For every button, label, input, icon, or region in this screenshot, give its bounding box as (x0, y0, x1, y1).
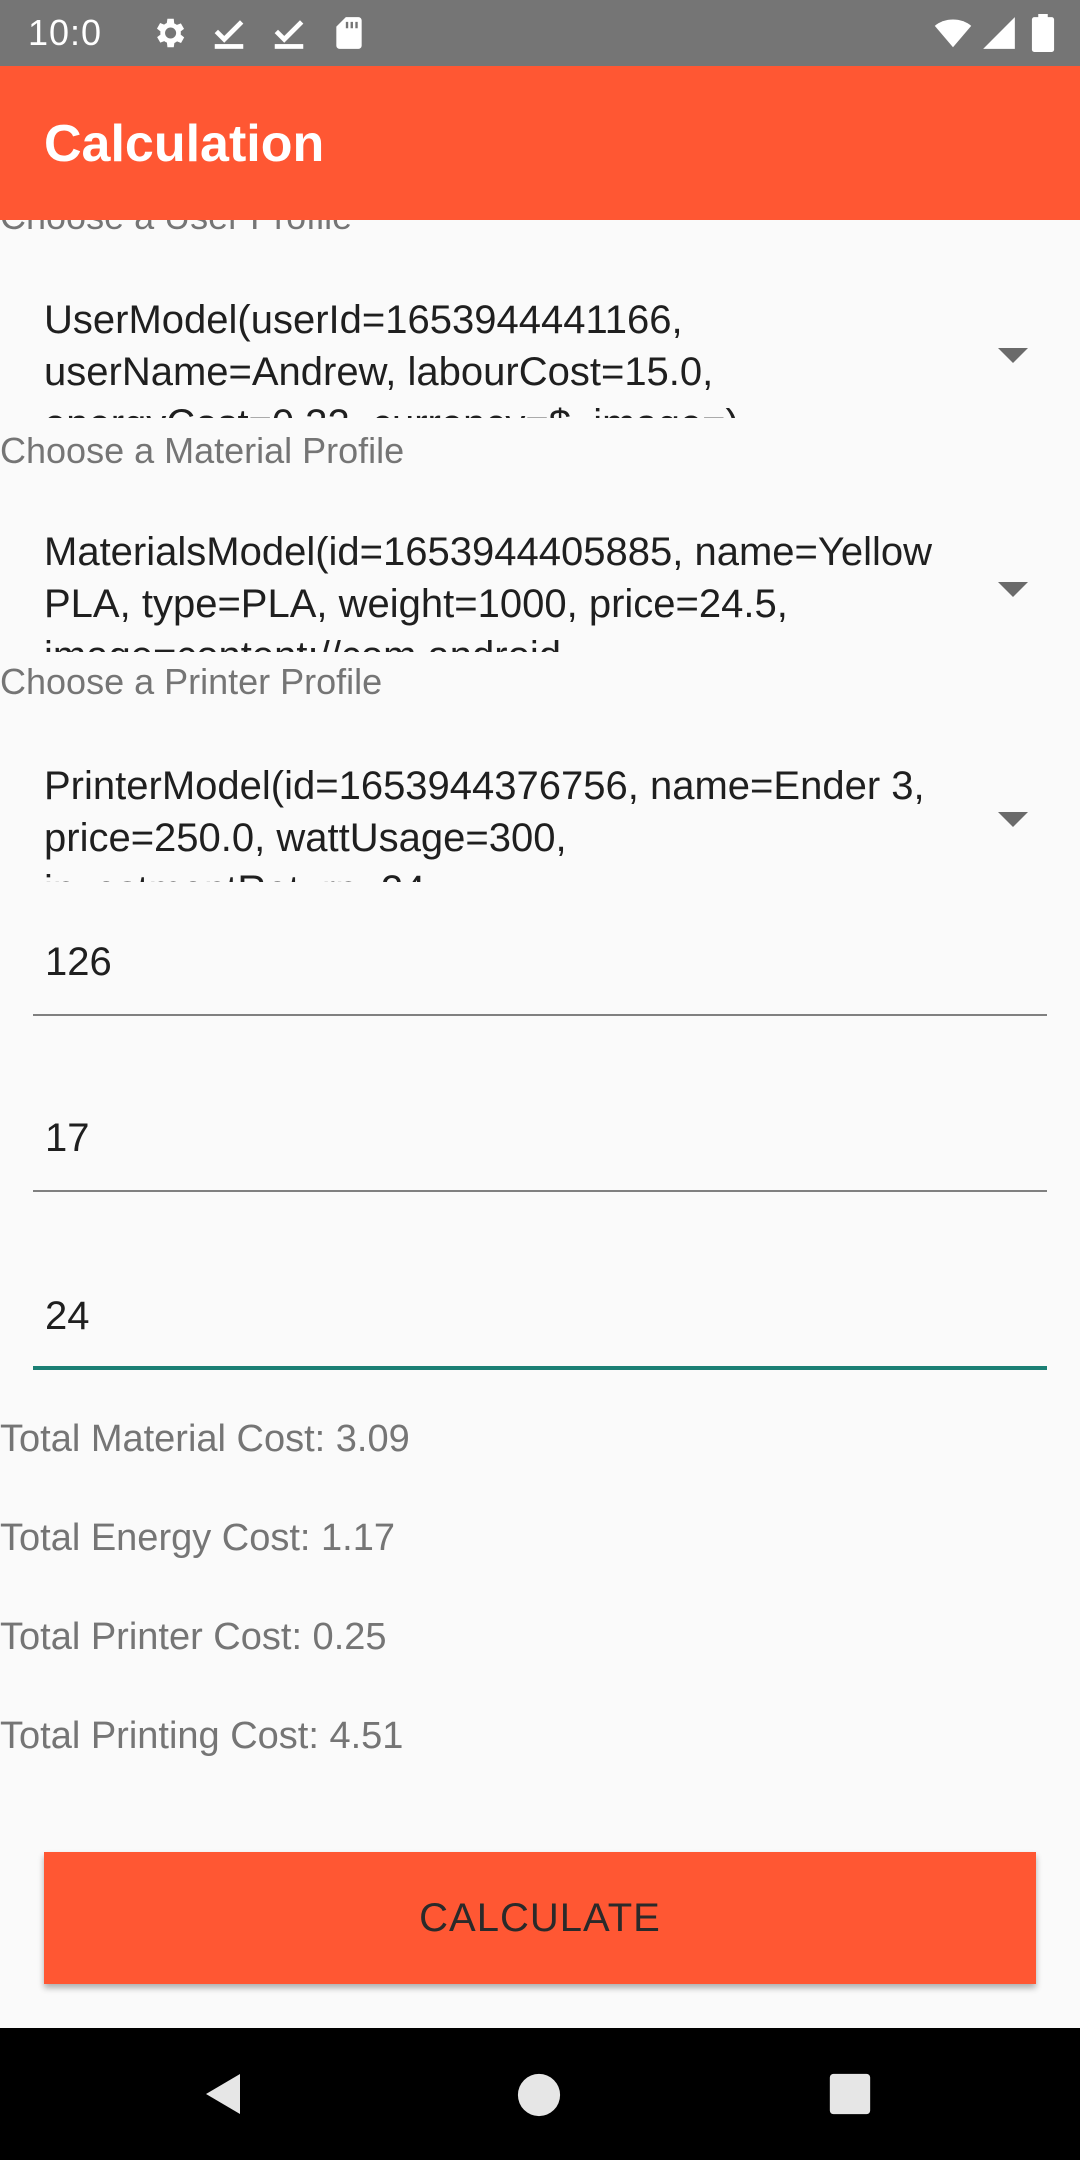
printer-profile-spinner[interactable]: PrinterModel(id=1653944376756, name=Ende… (0, 700, 1080, 882)
status-bar: 10:0 (0, 0, 1080, 66)
printer-profile-label: Choose a Printer Profile (0, 661, 383, 702)
user-profile-spinner[interactable]: UserModel(userId=1653944441166, userName… (0, 220, 1080, 418)
calculate-button[interactable]: CALCULATE (44, 1852, 1036, 1984)
back-icon[interactable] (200, 2070, 248, 2118)
minutes-value: 24 (45, 1294, 90, 1338)
chevron-down-icon[interactable] (998, 812, 1028, 827)
battery-icon (1031, 14, 1055, 52)
chevron-down-icon[interactable] (998, 582, 1028, 597)
total-material-cost: Total Material Cost: 3.09 (0, 1418, 410, 1460)
recents-icon[interactable] (828, 2072, 872, 2116)
input-underline (33, 1014, 1047, 1016)
total-printer-cost: Total Printer Cost: 0.25 (0, 1616, 387, 1658)
settings-icon (156, 18, 185, 48)
printer-profile-selected: PrinterModel(id=1653944376756, name=Ende… (44, 764, 925, 882)
check-download-icon (214, 20, 244, 49)
page-title: Calculation (44, 115, 325, 173)
weight-value: 126 (45, 940, 112, 984)
total-printing-cost: Total Printing Cost: 4.51 (0, 1715, 404, 1757)
input-underline (33, 1366, 1047, 1370)
input-underline (33, 1190, 1047, 1192)
total-energy-cost: Total Energy Cost: 1.17 (0, 1517, 395, 1559)
minutes-input[interactable]: 24 (33, 1290, 1047, 1370)
hours-input[interactable]: 17 (33, 1112, 1047, 1192)
material-profile-spinner[interactable]: MaterialsModel(id=1653944405885, name=Ye… (0, 470, 1080, 652)
signal-icon (983, 17, 1015, 49)
weight-input[interactable]: 126 (33, 936, 1047, 1016)
status-time: 10:0 (28, 12, 103, 53)
navigation-bar (0, 2028, 1080, 2160)
user-profile-selected: UserModel(userId=1653944441166, userName… (44, 298, 739, 418)
material-profile-label: Choose a Material Profile (0, 430, 405, 471)
wifi-icon (934, 19, 972, 48)
home-icon[interactable] (516, 2072, 562, 2118)
app-bar: Calculation (0, 66, 1080, 220)
sd-card-icon (336, 17, 362, 49)
hours-value: 17 (45, 1116, 90, 1160)
check-download-icon (274, 20, 304, 49)
material-profile-selected: MaterialsModel(id=1653944405885, name=Ye… (44, 530, 933, 652)
